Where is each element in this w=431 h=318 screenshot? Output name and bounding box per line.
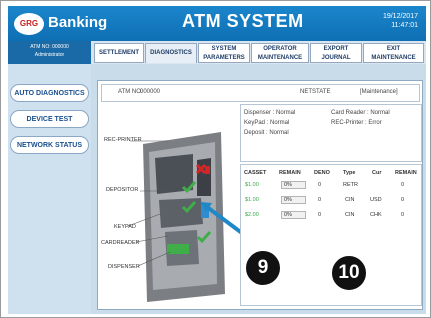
table-header: Type: [343, 170, 356, 176]
table-cell: CHK: [370, 212, 382, 218]
status-card-reader: Card Reader : Normal: [331, 110, 390, 116]
table-cell: 0%: [284, 212, 292, 218]
table-cell: 0: [401, 197, 405, 203]
table-header: DENO: [314, 170, 330, 176]
status-rec-printer: REC-Printer : Error: [331, 120, 382, 126]
status-dispenser: Dispenser : Normal: [244, 110, 296, 116]
table-cell: USD: [370, 197, 382, 203]
table-cell: CIN: [345, 212, 355, 218]
table-cell: $1.00: [245, 182, 259, 188]
table-cell: 0%: [284, 182, 292, 188]
status-keypad: KeyPad : Normal: [244, 120, 290, 126]
callout-9: 9: [244, 249, 282, 287]
table-cell: 0%: [284, 197, 292, 203]
table-cell: $2.00: [245, 212, 259, 218]
check-icon: [181, 181, 197, 194]
status-deposit: Deposit : Normal: [244, 130, 289, 136]
label-dispenser: DISPENSER: [108, 264, 140, 270]
label-depositor: DEPOSITOR: [106, 187, 139, 193]
table-cell: 0: [401, 182, 405, 188]
table-cell: 0: [318, 197, 322, 203]
table-header: CASSET: [244, 170, 267, 176]
table-cell: RETR: [343, 182, 358, 188]
table-cell: 0: [318, 212, 322, 218]
table-header: Cur: [372, 170, 382, 176]
table-cell: 0: [401, 212, 405, 218]
table-header: REMAIN: [279, 170, 301, 176]
error-icon: [195, 163, 207, 175]
table-cell: $1.00: [245, 197, 259, 203]
check-icon: [196, 231, 212, 244]
label-rec-printer: REC-PRINTER: [104, 137, 142, 143]
table-header: REMAIN: [395, 170, 417, 176]
label-cardreader: CARDREADER: [101, 240, 140, 246]
table-cell: 0: [318, 182, 322, 188]
label-keypad: KEYPAD: [114, 224, 136, 230]
check-icon: [181, 201, 197, 214]
table-cell: CIN: [345, 197, 355, 203]
callout-10: 10: [330, 254, 368, 292]
